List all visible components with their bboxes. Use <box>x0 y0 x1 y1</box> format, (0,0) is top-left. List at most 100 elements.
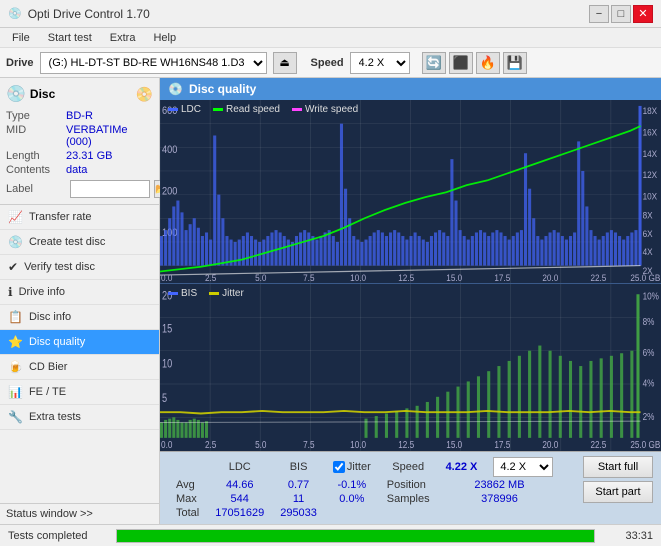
sidebar-item-create-test-disc[interactable]: 💿 Create test disc <box>0 230 159 255</box>
maximize-button[interactable]: □ <box>611 5 631 23</box>
sidebar-item-verify-test-disc[interactable]: ✔ Verify test disc <box>0 255 159 280</box>
svg-text:200: 200 <box>162 186 178 198</box>
svg-text:10: 10 <box>162 359 172 371</box>
disc-length-row: Length 23.31 GB <box>6 150 153 162</box>
ldc-legend-label: LDC <box>181 104 201 115</box>
status-bar: Tests completed 33:31 <box>0 524 661 546</box>
titlebar: 💿 Opti Drive Control 1.70 − □ ✕ <box>0 0 661 28</box>
chart-speed-selector[interactable]: 4.2 X <box>493 457 553 477</box>
refresh-button[interactable]: 🔄 <box>422 52 446 74</box>
disc-icon: 💿 <box>6 84 26 104</box>
data-panel: LDC BIS Jitter Speed <box>160 451 661 524</box>
samples-value: 378996 <box>438 492 562 506</box>
samples-label: Samples <box>379 492 438 506</box>
sidebar-item-fe-te[interactable]: 📊 FE / TE <box>0 380 159 405</box>
svg-text:12X: 12X <box>643 170 658 181</box>
svg-text:25.0 GB: 25.0 GB <box>630 440 660 451</box>
bis-legend-dot <box>168 292 178 295</box>
svg-text:15: 15 <box>162 324 172 336</box>
svg-text:7.5: 7.5 <box>303 272 314 283</box>
menu-start-test[interactable]: Start test <box>40 31 100 45</box>
status-text: Tests completed <box>8 530 108 542</box>
disc-mid-row: MID VERBATIMe (000) <box>6 124 153 148</box>
app-icon: 💿 <box>8 7 22 20</box>
main-area: 💿 Disc 📀 Type BD-R MID VERBATIMe (000) L… <box>0 78 661 524</box>
avg-row: Avg 44.66 0.77 -0.1% Position 23862 MB <box>168 478 561 492</box>
start-full-button[interactable]: Start full <box>583 456 653 478</box>
disc-length-label: Length <box>6 150 66 162</box>
status-time: 33:31 <box>603 530 653 542</box>
sidebar-item-cd-bier[interactable]: 🍺 CD Bier <box>0 355 159 380</box>
save-button[interactable]: 💾 <box>503 52 527 74</box>
svg-text:12.5: 12.5 <box>398 440 414 451</box>
svg-text:18X: 18X <box>643 106 658 117</box>
jitter-checkbox[interactable] <box>333 461 345 473</box>
sidebar-nav: 📈 Transfer rate 💿 Create test disc ✔ Ver… <box>0 205 159 503</box>
menu-file[interactable]: File <box>4 31 38 45</box>
max-jitter-value: 0.0% <box>325 492 379 506</box>
svg-text:4%: 4% <box>643 378 655 389</box>
jitter-legend-label: Jitter <box>222 288 244 299</box>
disc-quality-header-title: Disc quality <box>189 82 256 96</box>
stats-table-area: LDC BIS Jitter Speed <box>168 456 579 520</box>
ldc-chart: LDC Read speed Write speed <box>160 100 661 284</box>
disc-image-icon: 📀 <box>136 86 153 103</box>
drive-selector[interactable]: (G:) HL-DT-ST BD-RE WH16NS48 1.D3 <box>40 52 267 74</box>
sidebar-item-drive-info[interactable]: ℹ Drive info <box>0 280 159 305</box>
disc-panel-title: Disc <box>30 87 55 101</box>
verify-test-disc-icon: ✔ <box>8 260 18 274</box>
status-window-button[interactable]: Status window >> <box>0 503 159 524</box>
start-part-button[interactable]: Start part <box>583 481 653 503</box>
disc-panel: 💿 Disc 📀 Type BD-R MID VERBATIMe (000) L… <box>0 78 159 205</box>
avg-label: Avg <box>168 478 207 492</box>
write-speed-legend-item: Write speed <box>292 104 358 115</box>
svg-text:2.5: 2.5 <box>205 272 216 283</box>
menu-extra[interactable]: Extra <box>102 31 144 45</box>
burn-button[interactable]: 🔥 <box>476 52 500 74</box>
sidebar-item-extra-tests[interactable]: 🔧 Extra tests <box>0 405 159 430</box>
speed-selector[interactable]: 4.2 X <box>350 52 410 74</box>
svg-text:14X: 14X <box>643 148 658 159</box>
extra-tests-icon: 🔧 <box>8 410 23 424</box>
disc-label-input[interactable] <box>70 180 150 198</box>
bis-chart: BIS Jitter <box>160 284 661 451</box>
disc-type-label: Type <box>6 110 66 122</box>
jitter-legend-item: Jitter <box>209 288 244 299</box>
svg-text:17.5: 17.5 <box>494 272 510 283</box>
disc-quality-icon: ⭐ <box>8 335 23 349</box>
svg-text:22.5: 22.5 <box>590 272 606 283</box>
titlebar-controls: − □ ✕ <box>589 5 653 23</box>
svg-text:10X: 10X <box>643 191 658 202</box>
disc-mid-label: MID <box>6 124 66 148</box>
close-button[interactable]: ✕ <box>633 5 653 23</box>
write-speed-legend-label: Write speed <box>305 104 358 115</box>
svg-text:22.5: 22.5 <box>590 440 606 451</box>
erase-button[interactable]: ⬛ <box>449 52 473 74</box>
menu-help[interactable]: Help <box>145 31 184 45</box>
sidebar-item-disc-quality[interactable]: ⭐ Disc quality <box>0 330 159 355</box>
col-header-bis: BIS <box>272 456 325 478</box>
max-label: Max <box>168 492 207 506</box>
disc-contents-value: data <box>66 164 153 176</box>
col-header-jitter-check: Jitter <box>325 456 379 478</box>
disc-length-value: 23.31 GB <box>66 150 153 162</box>
create-test-disc-label: Create test disc <box>29 236 105 248</box>
eject-button[interactable]: ⏏ <box>273 52 297 74</box>
disc-contents-row: Contents data <box>6 164 153 176</box>
svg-text:2X: 2X <box>643 265 653 276</box>
svg-text:2.5: 2.5 <box>205 440 216 451</box>
transfer-rate-label: Transfer rate <box>29 211 92 223</box>
minimize-button[interactable]: − <box>589 5 609 23</box>
drive-info-label: Drive info <box>19 286 65 298</box>
svg-text:4X: 4X <box>643 246 653 257</box>
disc-info-label: Disc info <box>29 311 71 323</box>
svg-text:5: 5 <box>162 393 167 405</box>
stats-table: LDC BIS Jitter Speed <box>168 456 561 520</box>
disc-type-value: BD-R <box>66 110 153 122</box>
sidebar-item-disc-info[interactable]: 📋 Disc info <box>0 305 159 330</box>
col-header-ldc: LDC <box>207 456 272 478</box>
svg-text:8%: 8% <box>643 317 655 328</box>
sidebar-item-transfer-rate[interactable]: 📈 Transfer rate <box>0 205 159 230</box>
col-header-empty <box>168 456 207 478</box>
disc-panel-header: 💿 Disc 📀 <box>6 84 153 104</box>
